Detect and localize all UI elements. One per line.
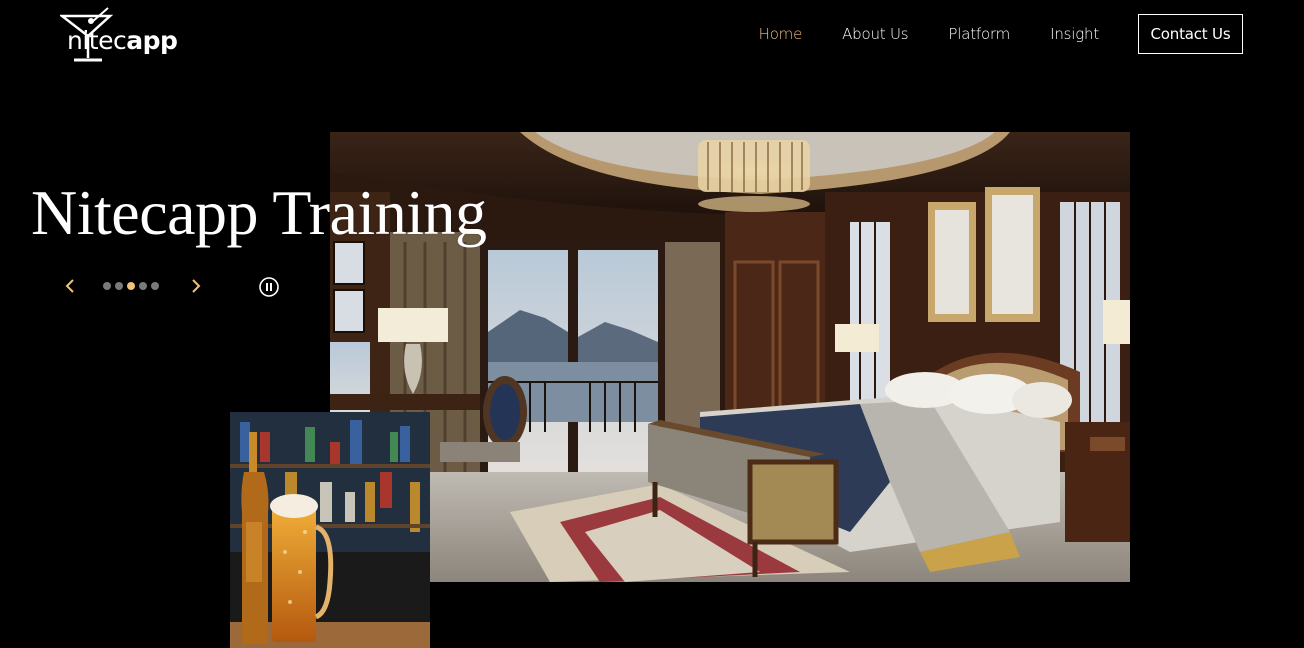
slide-dot-4[interactable] — [139, 282, 147, 290]
slide-indicators — [103, 282, 159, 290]
beer-bar-image — [230, 412, 430, 648]
logo-wordmark: nitecapp — [67, 26, 178, 55]
logo-text-bold: app — [126, 26, 178, 55]
next-slide-button[interactable] — [185, 276, 205, 301]
hero-title: Nitecapp Training — [31, 177, 487, 248]
main-nav: Home About Us Platform Insight Contact U… — [719, 13, 1243, 55]
pause-slideshow-button[interactable] — [259, 277, 279, 297]
logo-text-light: nitec — [67, 26, 127, 55]
slide-dot-2[interactable] — [115, 282, 123, 290]
pause-icon — [259, 277, 279, 297]
slide-dot-3[interactable] — [127, 282, 135, 290]
nav-about-us[interactable]: About Us — [842, 25, 909, 43]
prev-slide-button[interactable] — [61, 276, 81, 301]
contact-us-button[interactable]: Contact Us — [1138, 14, 1243, 54]
chevron-right-icon — [192, 279, 201, 293]
nav-home[interactable]: Home — [759, 25, 803, 43]
slide-dot-5[interactable] — [151, 282, 159, 290]
slide-dot-1[interactable] — [103, 282, 111, 290]
nitecapp-logo[interactable]: nitecapp — [58, 4, 178, 66]
nav-insight[interactable]: Insight — [1050, 25, 1099, 43]
nav-platform[interactable]: Platform — [948, 25, 1010, 43]
chevron-left-icon — [65, 279, 74, 293]
